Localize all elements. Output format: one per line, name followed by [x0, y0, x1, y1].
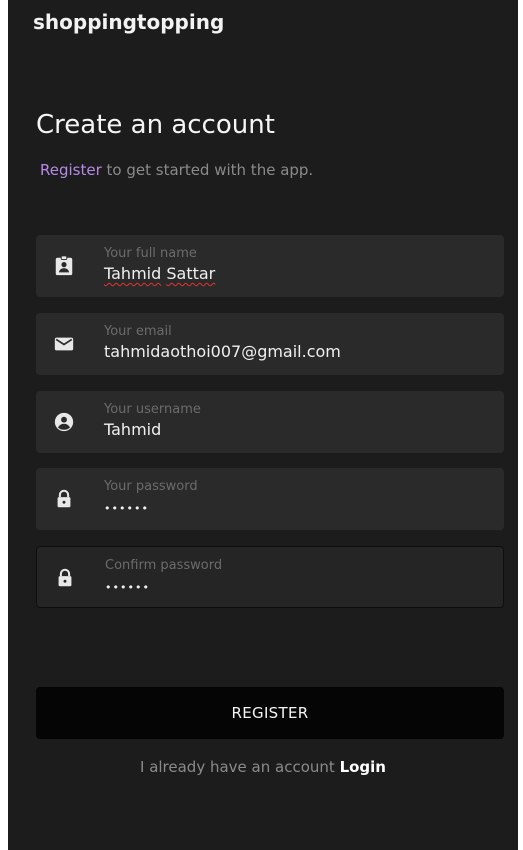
confirm-password-label: Confirm password: [105, 558, 223, 573]
full-name-input[interactable]: Tahmid Sattar: [104, 264, 484, 283]
password-label: Your password: [104, 479, 198, 494]
id-badge-icon: [53, 255, 75, 277]
email-field[interactable]: Your email tahmidaothoi007@gmail.com: [36, 313, 504, 375]
lock-icon: [53, 488, 75, 510]
email-input[interactable]: tahmidaothoi007@gmail.com: [104, 342, 484, 361]
envelope-icon: [53, 333, 75, 355]
login-prompt-text: I already have an account: [140, 758, 335, 776]
page-title: Create an account: [36, 110, 275, 140]
register-screen: shoppingtopping Create an account Regist…: [8, 0, 518, 850]
login-prompt: I already have an account Login: [8, 758, 518, 776]
app-title: shoppingtopping: [33, 10, 225, 34]
subtitle-text: to get started with the app.: [101, 161, 314, 179]
full-name-first: Tahmid: [104, 264, 162, 283]
password-input[interactable]: ••••••: [104, 502, 484, 515]
register-button[interactable]: REGISTER: [36, 687, 504, 739]
email-label: Your email: [104, 324, 172, 339]
username-label: Your username: [104, 402, 201, 417]
lock-icon: [54, 567, 76, 589]
username-field[interactable]: Your username Tahmid: [36, 391, 504, 453]
full-name-last: Sattar: [166, 264, 216, 283]
subtitle-register-accent: Register: [40, 161, 102, 179]
user-circle-icon: [53, 411, 75, 433]
username-input[interactable]: Tahmid: [104, 420, 484, 439]
confirm-password-field[interactable]: Confirm password ••••••: [36, 546, 504, 608]
page-subtitle: Register to get started with the app.: [40, 161, 313, 179]
password-field[interactable]: Your password ••••••: [36, 468, 504, 530]
full-name-label: Your full name: [104, 246, 197, 261]
confirm-password-input[interactable]: ••••••: [105, 581, 485, 594]
login-link[interactable]: Login: [340, 758, 386, 776]
full-name-field[interactable]: Your full name Tahmid Sattar: [36, 235, 504, 297]
